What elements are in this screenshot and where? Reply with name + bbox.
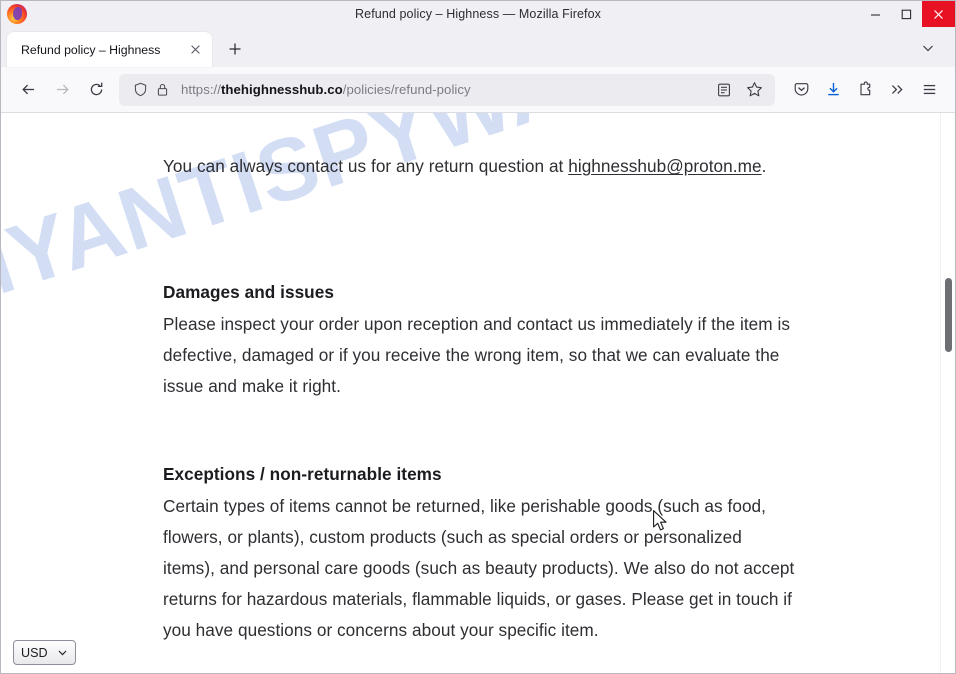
hamburger-menu-icon[interactable] (913, 74, 945, 106)
maximize-button[interactable] (891, 1, 922, 27)
extensions-puzzle-icon[interactable] (849, 74, 881, 106)
reader-view-icon[interactable] (711, 77, 737, 103)
page-scrollbar[interactable] (940, 113, 955, 673)
reload-button[interactable] (79, 74, 113, 106)
currency-selector[interactable]: USD (13, 640, 76, 665)
firefox-logo-icon (7, 4, 27, 24)
overflow-chevrons-icon[interactable] (881, 74, 913, 106)
section-body: Please inspect your order upon reception… (163, 314, 790, 396)
tab-close-icon[interactable] (184, 39, 206, 61)
url-text[interactable]: https://thehighnesshub.co/policies/refun… (181, 82, 711, 97)
scrollbar-thumb[interactable] (945, 278, 952, 352)
back-button[interactable] (11, 74, 45, 106)
window-title: Refund policy – Highness — Mozilla Firef… (355, 7, 601, 21)
currency-value: USD (21, 645, 48, 660)
intro-paragraph: You can always contact us for any return… (163, 151, 796, 182)
browser-tab-active[interactable]: Refund policy – Highness (7, 32, 212, 67)
forward-button[interactable] (45, 74, 79, 106)
bookmark-star-icon[interactable] (741, 77, 767, 103)
pocket-icon[interactable] (785, 74, 817, 106)
title-bar: Refund policy – Highness — Mozilla Firef… (1, 1, 955, 27)
url-bar[interactable]: https://thehighnesshub.co/policies/refun… (119, 73, 775, 106)
navigation-toolbar: https://thehighnesshub.co/policies/refun… (1, 67, 955, 113)
section-body: Certain types of items cannot be returne… (163, 496, 795, 640)
support-email-link[interactable]: highnesshub@proton.me (568, 156, 761, 176)
intro-text-after: . (761, 156, 767, 176)
tab-strip: Refund policy – Highness (1, 27, 955, 67)
firefox-window: Refund policy – Highness — Mozilla Firef… (0, 0, 956, 674)
section-heading: Damages and issues (163, 282, 334, 302)
chevron-down-icon[interactable] (915, 35, 941, 61)
lock-icon[interactable] (151, 79, 173, 101)
window-controls (860, 1, 955, 27)
downloads-icon[interactable] (817, 74, 849, 106)
page-viewport: MYANTISPYWARE.COM You can always contact… (1, 113, 955, 673)
shield-icon[interactable] (129, 79, 151, 101)
section-exceptions-non-returnable-items: Exceptions / non-returnable items Certai… (163, 464, 796, 646)
new-tab-button[interactable] (220, 34, 250, 64)
tab-title: Refund policy – Highness (21, 42, 161, 57)
intro-text-before: You can always contact us for any return… (163, 156, 569, 176)
chevron-down-icon (57, 647, 68, 658)
close-window-button[interactable] (922, 1, 955, 27)
minimize-button[interactable] (860, 1, 891, 27)
urlbar-actions (711, 77, 767, 103)
page-content: You can always contact us for any return… (1, 113, 796, 646)
section-heading: Exceptions / non-returnable items (163, 464, 442, 484)
section-damages-and-issues: Damages and issues Please inspect your o… (163, 282, 796, 402)
